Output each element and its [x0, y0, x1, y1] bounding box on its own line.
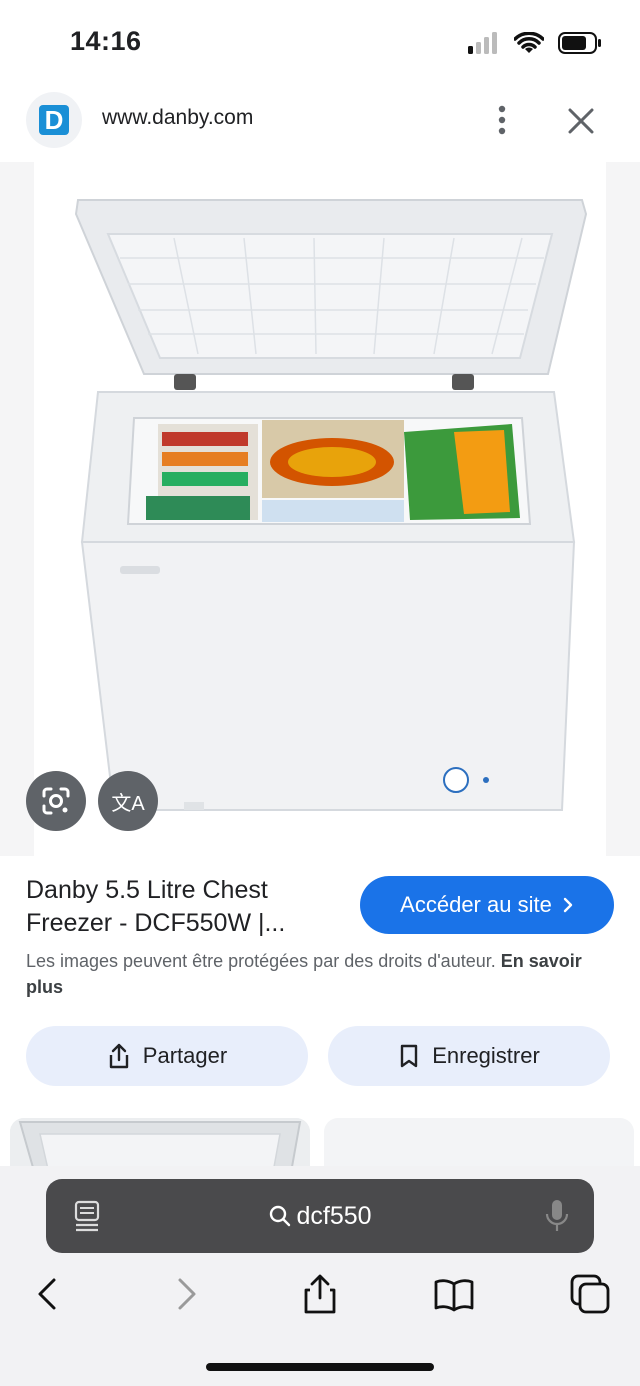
share-label: Partager: [142, 1043, 228, 1068]
home-indicator: [206, 1363, 434, 1371]
save-button[interactable]: Enregistrer: [328, 1026, 610, 1086]
visit-site-button[interactable]: Accéder au site: [360, 876, 614, 934]
save-label: Enregistrer: [432, 1043, 540, 1068]
result-title[interactable]: Danby 5.5 Litre Chest Freezer - DCF550W …: [26, 874, 346, 940]
wifi-icon: [514, 32, 544, 53]
bookmark-icon: [401, 1044, 418, 1068]
back-icon[interactable]: [26, 1272, 70, 1316]
address-bar[interactable]: dcf550: [46, 1179, 594, 1253]
site-favicon[interactable]: D: [26, 92, 82, 148]
copyright-text: Les images peuvent être protégées par de…: [26, 951, 496, 971]
chevron-right-icon: [563, 897, 573, 913]
forward-icon[interactable]: [164, 1272, 208, 1316]
share-icon: [109, 1043, 128, 1069]
site-url[interactable]: www.danby.com: [102, 106, 253, 130]
close-icon[interactable]: [566, 106, 596, 136]
tabs-icon[interactable]: [72, 1199, 102, 1233]
search-icon: [270, 1205, 291, 1227]
share-page-icon[interactable]: [298, 1272, 342, 1316]
address-query: dcf550: [268, 1201, 372, 1231]
bookmarks-icon[interactable]: [432, 1272, 476, 1316]
result-header: [0, 80, 640, 162]
lens-button[interactable]: [26, 771, 86, 831]
signal-icon: [468, 32, 497, 54]
chest-freezer-image: [74, 199, 588, 811]
status-icons: [468, 28, 602, 58]
site-logo-letter: D: [39, 105, 69, 135]
tabs-overview-icon[interactable]: [568, 1272, 612, 1316]
battery-icon: [558, 32, 601, 54]
product-image[interactable]: [34, 162, 606, 856]
copyright-notice: Les images peuvent être protégées par de…: [26, 948, 606, 1000]
search-query-text: dcf550: [296, 1201, 372, 1230]
translate-button[interactable]: 文A: [98, 771, 158, 831]
visit-site-label: Accéder au site: [400, 892, 552, 917]
more-vert-icon[interactable]: [490, 104, 514, 136]
mic-icon[interactable]: [544, 1198, 570, 1234]
status-time: 14:16: [70, 26, 142, 56]
share-button[interactable]: Partager: [26, 1026, 308, 1086]
lens-icon: [42, 787, 70, 815]
translate-icon: 文A: [111, 792, 145, 815]
